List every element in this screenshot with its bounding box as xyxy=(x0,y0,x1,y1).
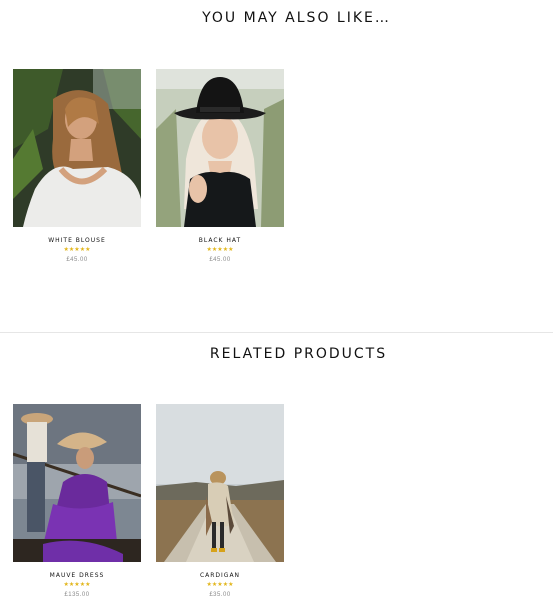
product-image-white-blouse[interactable] xyxy=(13,69,141,227)
product-price: £135.00 xyxy=(64,592,90,598)
product-card-cardigan[interactable]: CARDIGAN ★★★★★ £35.00 xyxy=(156,404,284,598)
product-name[interactable]: WHITE BLOUSE xyxy=(13,237,141,244)
rating-stars: ★★★★★ xyxy=(156,582,284,589)
product-image-black-hat[interactable] xyxy=(156,69,284,227)
star-icon: ★ xyxy=(85,582,91,588)
rating-stars: ★★★★★ xyxy=(156,247,284,254)
star-icon: ★ xyxy=(85,247,91,253)
product-card-white-blouse[interactable]: WHITE BLOUSE ★★★★★ £45.00 xyxy=(13,69,141,263)
product-name[interactable]: BLACK HAT xyxy=(156,237,284,244)
rating-stars: ★★★★★ xyxy=(13,582,141,589)
product-price: £35.00 xyxy=(209,592,231,598)
rating-stars: ★★★★★ xyxy=(13,247,141,254)
product-card-black-hat[interactable]: BLACK HAT ★★★★★ £45.00 xyxy=(156,69,284,263)
product-name[interactable]: CARDIGAN xyxy=(156,572,284,579)
star-icon: ★ xyxy=(228,582,234,588)
product-card-mauve-dress[interactable]: MAUVE DRESS ★★★★★ £135.00 xyxy=(13,404,141,598)
product-image-mauve-dress[interactable] xyxy=(13,404,141,562)
star-icon: ★ xyxy=(228,247,234,253)
section-divider xyxy=(0,332,553,333)
product-name[interactable]: MAUVE DRESS xyxy=(13,572,141,579)
product-price: £45.00 xyxy=(66,257,88,263)
product-image-cardigan[interactable] xyxy=(156,404,284,562)
section-title-you-may-also-like: YOU MAY ALSO LIKE… xyxy=(202,10,391,26)
product-price: £45.00 xyxy=(209,257,231,263)
section-title-related-products: RELATED PRODUCTS xyxy=(209,346,388,362)
